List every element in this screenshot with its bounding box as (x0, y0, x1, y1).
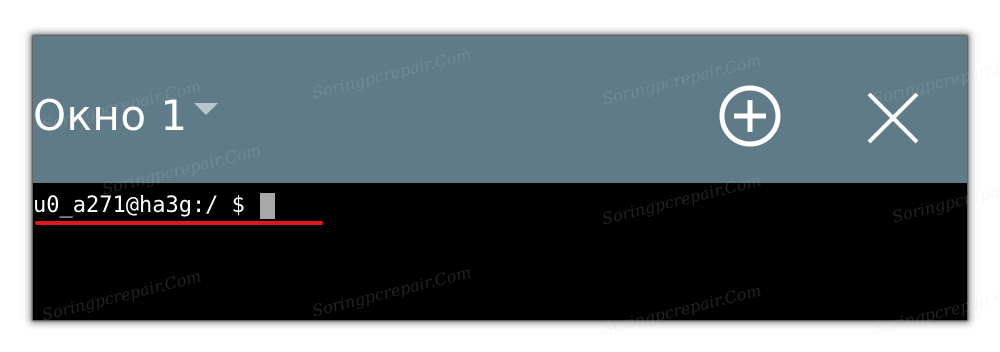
shell-prompt: u0_a271@ha3g:/ $ (33, 193, 259, 218)
triangle-down-icon (193, 103, 218, 115)
title-bar: Окно 1 (33, 36, 967, 183)
prompt-highlight-underline (35, 221, 323, 225)
window-title: Окно 1 (33, 91, 188, 140)
close-x-icon (867, 92, 919, 144)
terminal-window: Окно 1 u0_a271@ha3g:/ $ (33, 36, 967, 320)
new-window-button[interactable] (716, 82, 784, 150)
window-selector[interactable]: Окно 1 (33, 86, 218, 146)
close-window-button[interactable] (863, 88, 923, 148)
terminal-area[interactable]: u0_a271@ha3g:/ $ (33, 183, 967, 320)
text-cursor (260, 193, 276, 219)
prompt-line: u0_a271@ha3g:/ $ (33, 191, 276, 221)
circle-plus-icon (719, 85, 781, 147)
